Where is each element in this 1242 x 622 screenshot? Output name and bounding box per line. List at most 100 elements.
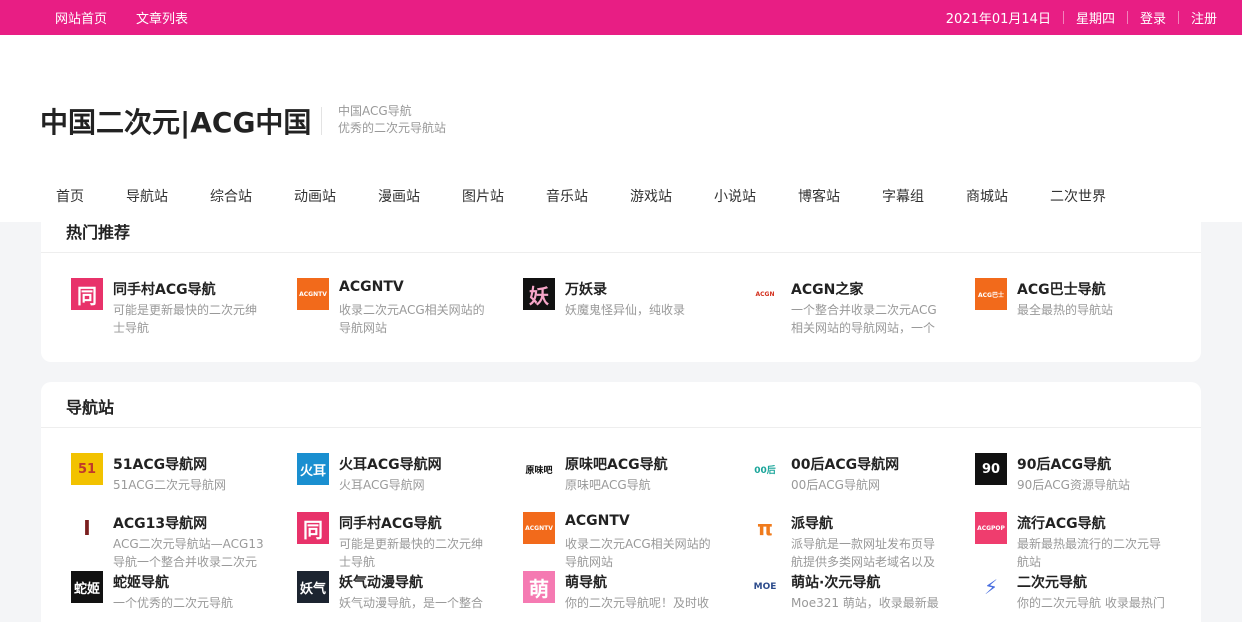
card-title: 热门推荐 [66,223,131,242]
site-description: 你的二次元导航 收录最热门 [1017,596,1165,610]
site-logo-icon: 51 [71,453,103,485]
site-item[interactable]: 萌萌导航 你的二次元导航呢！及时收 [523,571,723,622]
site-logo-icon: 火耳 [297,453,329,485]
site-item[interactable]: ACGNTV ACGNTV 收录二次元ACG相关网站的导航网站 [297,278,497,340]
site-name[interactable]: ACG13导航网 [113,513,207,533]
site-title[interactable]: 中国二次元|ACG中国 [40,101,311,141]
site-item[interactable]: ⚡ 二次元导航 你的二次元导航 收录最热门 [975,571,1175,622]
nav-sites-card: 导航站 51 51ACG导航网 51ACG二次元导航网 火耳 火耳ACG导航网 火耳ACG… [41,382,1201,622]
card-title: 导航站 [66,398,115,417]
divider [1126,11,1128,24]
site-description: 一个整合并收录二次元ACG相关网站的导航网站，一个 [791,303,937,335]
site-logo-icon: ACGPOP [975,512,1007,544]
menu-item[interactable]: 商城站 [951,186,1023,206]
site-logo-icon: ACG巴士 [975,278,1007,310]
site-item[interactable]: 90 90后ACG导航 90后ACG资源导航站 [975,453,1175,515]
site-name[interactable]: 万妖录 [565,279,607,299]
site-item[interactable]: 00后 00后ACG导航网 00后ACG导航网 [749,453,949,515]
login-link[interactable]: 登录 [1140,8,1166,27]
menu-item[interactable]: 二次世界 [1035,186,1121,206]
site-description: 51ACG二次元导航网 [113,478,226,492]
site-item[interactable]: ACGN ACGN之家 一个整合并收录二次元ACG相关网站的导航网站，一个 [749,278,949,340]
menu-item[interactable]: 博客站 [783,186,855,206]
site-logo-icon: 妖气 [297,571,329,603]
site-description: 一个优秀的二次元导航 [113,596,234,610]
site-name[interactable]: 萌导航 [565,572,607,592]
site-header: 中国二次元|ACG中国 中国ACG导航 优秀的二次元导航站 首页 导航站 综合站 动画… [0,35,1242,222]
site-subtitle: 中国ACG导航 优秀的二次元导航站 [338,103,446,137]
menu-item[interactable]: 音乐站 [531,186,603,206]
site-item[interactable]: I ACG13导航网 ACG二次元导航站—ACG13导航一个整合并收录二次元 [71,512,271,574]
site-item[interactable]: 蛇姬 蛇姬导航一个优秀的二次元导航 [71,571,271,622]
site-name[interactable]: 派导航 [791,513,833,533]
subtitle-line: 优秀的二次元导航站 [338,121,447,135]
site-item[interactable]: π 派导航派导航是一款网址发布页导航提供多类网站老域名以及 [749,512,949,574]
site-description: 90后ACG资源导航站 [1017,478,1130,492]
site-item[interactable]: 原味吧 原味吧ACG导航 原味吧ACG导航 [523,453,723,515]
site-description: ACG二次元导航站—ACG13导航一个整合并收录二次元 [113,537,264,569]
site-item[interactable]: MOE 萌站·次元导航 Moe321 萌站，收录最新最 [749,571,949,622]
site-description: 可能是更新最快的二次元绅士导航 [113,303,258,335]
menu-item[interactable]: 综合站 [195,186,267,206]
article-list-link[interactable]: 文章列表 [136,8,188,27]
top-links: 网站首页 文章列表 [55,0,188,35]
site-description: 收录二次元ACG相关网站的导航网站 [339,303,485,335]
site-item[interactable]: ACGNTV ACGNTV 收录二次元ACG相关网站的导航网站 [523,512,723,574]
site-name[interactable]: 同手村ACG导航 [339,513,442,533]
site-logo-icon: ACGNTV [297,278,329,310]
site-item[interactable]: 51 51ACG导航网 51ACG二次元导航网 [71,453,271,515]
site-logo-icon: ACGNTV [523,512,555,544]
home-link[interactable]: 网站首页 [55,8,107,27]
weekday-text: 星期四 [1075,12,1115,27]
site-logo-icon: 同 [71,278,103,310]
site-logo-icon: π [749,512,781,544]
card-header: 导航站 [41,382,1201,428]
menu-item[interactable]: 动画站 [279,186,351,206]
top-bar: 网站首页 文章列表 2021年01月14日 星期四 登录 注册 [0,0,1242,35]
site-name[interactable]: 00后ACG导航网 [791,454,899,474]
divider [1062,11,1064,24]
menu-item[interactable]: 图片站 [447,186,519,206]
menu-item[interactable]: 导航站 [111,186,183,206]
menu-item[interactable]: 字幕组 [867,186,939,206]
site-item[interactable]: 同同手村ACG导航可能是更新最快的二次元绅士导航 [71,278,271,340]
site-name[interactable]: 萌站·次元导航 [791,572,880,592]
site-name[interactable]: ACGN之家 [791,279,863,299]
site-item[interactable]: 火耳 火耳ACG导航网 火耳ACG导航网 [297,453,497,515]
menu-item[interactable]: 小说站 [699,186,771,206]
site-name[interactable]: ACGNTV [565,513,630,529]
site-item[interactable]: 妖万妖录妖魔鬼怪异仙，纯收录 [523,278,723,340]
site-description: 妖魔鬼怪异仙，纯收录 [565,303,686,317]
site-item[interactable]: ACGPOP 流行ACG导航最新最热最流行的二次元导航站 [975,512,1175,574]
site-name[interactable]: ACGNTV [339,279,404,295]
site-item[interactable]: 同同手村ACG导航 可能是更新最快的二次元绅士导航 [297,512,497,574]
site-description: 妖气动漫导航，是一个整合 [339,596,484,610]
site-name[interactable]: 同手村ACG导航 [113,279,216,299]
site-logo-icon: 蛇姬 [71,571,103,603]
site-logo-icon: 妖 [523,278,555,310]
site-name[interactable]: 51ACG导航网 [113,454,207,474]
menu-item[interactable]: 首页 [41,186,99,206]
site-description: 火耳ACG导航网 [339,478,425,492]
site-name[interactable]: 原味吧ACG导航 [565,454,668,474]
menu-item[interactable]: 游戏站 [615,186,687,206]
site-description: 原味吧ACG导航 [565,478,651,492]
site-name[interactable]: 火耳ACG导航网 [339,454,442,474]
site-logo-icon: 原味吧 [523,453,555,485]
card-header: 热门推荐 [41,207,1201,253]
site-item[interactable]: 妖气 妖气动漫导航妖气动漫导航，是一个整合 [297,571,497,622]
site-name[interactable]: 蛇姬导航 [113,572,169,592]
subtitle-line: 中国ACG导航 [338,104,412,118]
site-name[interactable]: ACG巴士导航 [1017,279,1106,299]
site-logo-icon: 萌 [523,571,555,603]
site-logo-icon: 90 [975,453,1007,485]
menu-item[interactable]: 漫画站 [363,186,435,206]
site-name[interactable]: 二次元导航 [1017,572,1087,592]
site-item[interactable]: ACG巴士 ACG巴士导航 最全最热的导航站 [975,278,1175,340]
register-link[interactable]: 注册 [1191,8,1217,27]
site-name[interactable]: 妖气动漫导航 [339,572,423,592]
site-name[interactable]: 90后ACG导航 [1017,454,1111,474]
site-name[interactable]: 流行ACG导航 [1017,513,1106,533]
site-description: 派导航是一款网址发布页导航提供多类网站老域名以及 [791,537,936,569]
site-description: 最新最热最流行的二次元导航站 [1017,537,1162,569]
